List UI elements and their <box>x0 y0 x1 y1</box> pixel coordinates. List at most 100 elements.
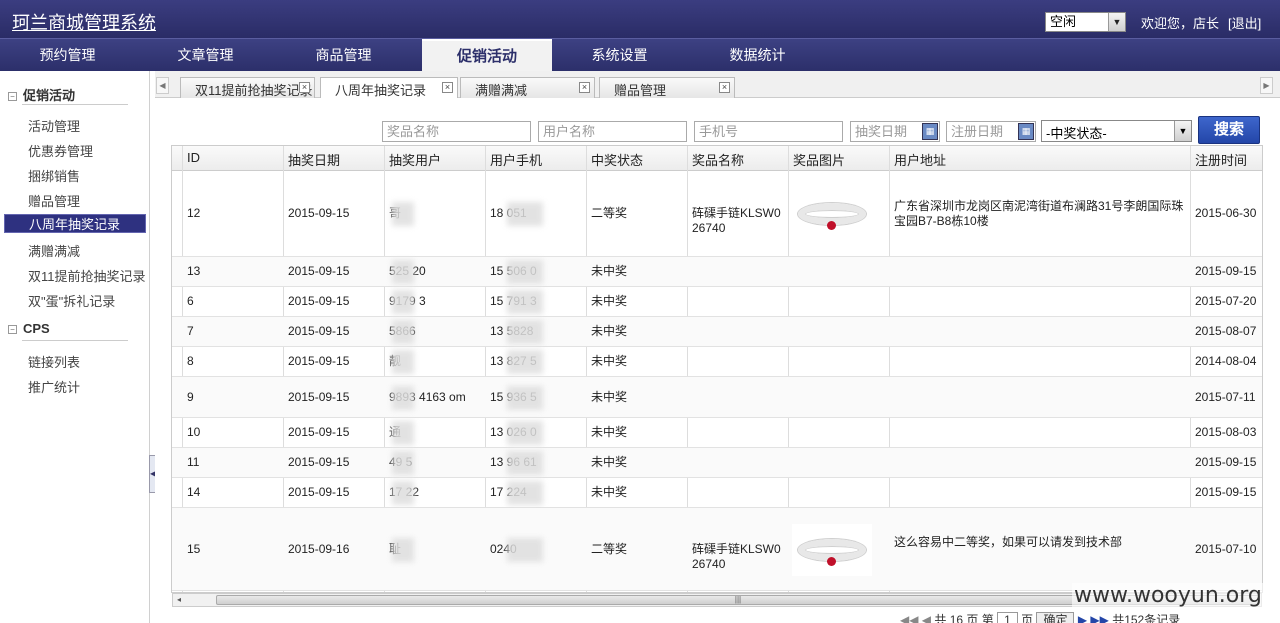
phone-input[interactable]: 手机号 <box>694 121 843 142</box>
nav-statistics[interactable]: 数据统计 <box>690 39 825 72</box>
close-icon[interactable]: × <box>579 82 590 93</box>
tab-anniversary-draw[interactable]: 八周年抽奖记录 × <box>320 77 458 99</box>
redaction-mask <box>507 290 543 314</box>
tab-scroll-left-icon[interactable]: ◀ <box>156 77 169 94</box>
status-select[interactable]: 空闲 ▼ <box>1045 12 1126 32</box>
col-address-header[interactable]: 用户地址 <box>894 150 946 169</box>
cell-status: 未中奖 <box>591 294 628 308</box>
cell-reg-date: 2015-08-03 <box>1195 425 1257 439</box>
pager-next-icon[interactable]: ▶ ▶▶ <box>1078 613 1109 623</box>
redaction-mask <box>392 290 414 314</box>
sidebar-item-bundles[interactable]: 捆绑销售 <box>28 166 80 185</box>
tab-scroll-right-icon[interactable]: ▶ <box>1260 77 1273 94</box>
nav-appointments[interactable]: 预约管理 <box>0 39 135 72</box>
nav-promotions[interactable]: 促销活动 <box>422 39 552 72</box>
col-status-header[interactable]: 中奖状态 <box>591 150 643 169</box>
divider <box>22 340 128 341</box>
sidebar-item-promo-stats[interactable]: 推广统计 <box>28 377 80 396</box>
sidebar-item-egg-gift[interactable]: 双"蛋"拆礼记录 <box>28 291 115 310</box>
sidebar-item-gifts[interactable]: 赠品管理 <box>28 191 80 210</box>
sidebar-item-coupons[interactable]: 优惠券管理 <box>28 141 93 160</box>
cell-prize-name: 砗磲手链KLSW026740 <box>692 206 781 235</box>
search-button[interactable]: 搜索 <box>1198 116 1260 144</box>
sidebar-item-links[interactable]: 链接列表 <box>28 352 80 371</box>
col-phone-header[interactable]: 用户手机 <box>490 150 542 169</box>
calendar-icon[interactable]: ▦ <box>922 123 938 140</box>
cell-reg-date: 2015-07-20 <box>1195 294 1257 308</box>
cell-status: 未中奖 <box>591 324 628 338</box>
col-draw-date-header[interactable]: 抽奖日期 <box>288 150 340 169</box>
cell-draw-date: 2015-09-15 <box>288 294 350 308</box>
table-row[interactable]: 62015-09-159179 315 791 3未中奖2015-07-20 <box>172 287 1262 317</box>
pager: ◀◀ ◀ 共 16 页 第 1 页 确定 ▶ ▶▶ 共152条记录 <box>900 611 1280 623</box>
collapse-icon[interactable]: − <box>8 325 17 334</box>
table-header: ID 抽奖日期 抽奖用户 用户手机 中奖状态 奖品名称 奖品图片 用户地址 注册时间 <box>172 146 1262 171</box>
table-row[interactable]: 102015-09-15通13 026 0未中奖2015-08-03 <box>172 418 1262 448</box>
sidebar-item-anniversary-draw[interactable]: 八周年抽奖记录 <box>4 214 146 233</box>
table-row[interactable]: 82015-09-15靓13 827 5未中奖2014-08-04 <box>172 347 1262 377</box>
tab-double11-draw[interactable]: 双11提前抢抽奖记录 × <box>180 77 315 98</box>
cell-reg-date: 2014-08-04 <box>1195 354 1257 368</box>
table-row[interactable]: 122015-09-15哥18 051二等奖砗磲手链KLSW026740广东省深… <box>172 171 1262 257</box>
cell-status: 未中奖 <box>591 425 628 439</box>
logout-link[interactable]: [退出] <box>1228 13 1261 32</box>
cell-draw-date: 2015-09-15 <box>288 206 350 220</box>
app-title[interactable]: 珂兰商城管理系统 <box>12 9 156 35</box>
page-input[interactable]: 1 <box>997 612 1018 623</box>
redaction-mask <box>392 421 414 445</box>
collapse-icon[interactable]: − <box>8 92 17 101</box>
cell-id: 13 <box>187 264 201 278</box>
bracelet-image[interactable] <box>792 523 872 576</box>
pager-first-icon[interactable]: ◀◀ ◀ <box>900 613 931 623</box>
tab-full-gift[interactable]: 满赠满减 × <box>460 77 595 98</box>
table-row[interactable]: 142015-09-1517 2217 224未中奖2015-09-15 <box>172 478 1262 508</box>
redaction-mask <box>392 320 414 344</box>
cell-reg-date: 2015-08-07 <box>1195 324 1257 338</box>
close-icon[interactable]: × <box>442 82 453 93</box>
table-row[interactable]: 72015-09-15586613 5828未中奖2015-08-07 <box>172 317 1262 347</box>
cell-reg-date: 2015-07-11 <box>1195 389 1256 404</box>
gem-shape <box>827 221 836 230</box>
sidebar-item-full-gift[interactable]: 满赠满减 <box>28 241 80 260</box>
table-row[interactable]: 112015-09-1549 513 96 61未中奖2015-09-15 <box>172 448 1262 478</box>
cell-draw-date: 2015-09-15 <box>288 455 350 469</box>
redaction-mask <box>392 481 414 505</box>
close-icon[interactable]: × <box>719 82 730 93</box>
table-row[interactable]: 152015-09-16耻0240二等奖砗磲手链KLSW026740这么容易中二… <box>172 508 1262 591</box>
sidebar-group-cps[interactable]: − CPS <box>8 321 50 336</box>
tab-label: 八周年抽奖记录 <box>335 83 427 98</box>
tab-label: 赠品管理 <box>614 83 667 98</box>
sidebar-item-double11-draw[interactable]: 双11提前抢抽奖记录 <box>28 266 146 285</box>
sidebar-group-title: CPS <box>23 321 50 336</box>
scroll-left-icon[interactable]: ◂ <box>177 594 181 606</box>
bracelet-image[interactable] <box>792 188 872 240</box>
sidebar-item-activity[interactable]: 活动管理 <box>28 116 80 135</box>
col-prize-name-header[interactable]: 奖品名称 <box>692 150 744 169</box>
nav-products[interactable]: 商品管理 <box>276 39 411 72</box>
col-reg-date-header[interactable]: 注册时间 <box>1195 150 1247 169</box>
cell-status: 未中奖 <box>591 354 628 368</box>
col-user-header[interactable]: 抽奖用户 <box>389 150 441 169</box>
prize-name-input[interactable]: 奖品名称 <box>382 121 531 142</box>
cell-draw-date: 2015-09-15 <box>288 264 350 278</box>
nav-articles[interactable]: 文章管理 <box>138 39 273 72</box>
welcome-text: 欢迎您，店长 <box>1141 16 1220 31</box>
table-row[interactable]: 132015-09-15525 2015 506 0未中奖2015-09-15 <box>172 257 1262 287</box>
sidebar-group-promotions[interactable]: − 促销活动 <box>8 85 75 104</box>
go-button[interactable]: 确定 <box>1036 612 1075 623</box>
nav-settings[interactable]: 系统设置 <box>552 39 687 72</box>
cell-status: 未中奖 <box>591 264 628 278</box>
tab-gifts[interactable]: 赠品管理 × <box>599 77 735 98</box>
col-id-header[interactable]: ID <box>187 150 200 165</box>
redaction-mask <box>507 260 543 284</box>
win-status-select[interactable]: -中奖状态- ▼ <box>1041 120 1192 142</box>
close-icon[interactable]: × <box>299 82 310 93</box>
chevron-down-icon[interactable]: ▼ <box>1174 121 1191 141</box>
cell-id: 12 <box>187 206 201 220</box>
table-row[interactable]: 92015-09-159893 4163 om15 936 5未中奖2015-0… <box>172 377 1262 418</box>
chevron-down-icon[interactable]: ▼ <box>1108 13 1125 31</box>
cell-status: 未中奖 <box>591 485 628 499</box>
calendar-icon[interactable]: ▦ <box>1018 123 1034 140</box>
col-prize-image-header[interactable]: 奖品图片 <box>793 150 845 169</box>
user-name-input[interactable]: 用户名称 <box>538 121 687 142</box>
